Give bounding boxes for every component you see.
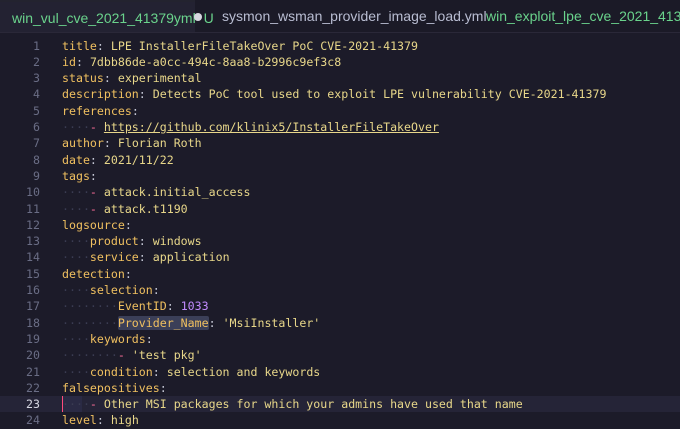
code-line[interactable]: 15 detection: [0, 266, 680, 282]
line-number: 7 [33, 136, 40, 151]
line-number: 21 [26, 364, 40, 379]
line-number: 12 [26, 217, 40, 232]
line-number: 14 [26, 250, 40, 265]
line-text: ····- Other MSI packages for which your … [62, 397, 523, 412]
line-number: 22 [26, 380, 40, 395]
tab-bar: win_vul_cve_2021_41379yml U sysmon_wsman… [0, 0, 680, 33]
code-line[interactable]: 3 status: experimental [0, 70, 680, 86]
tab-label: win_exploit_lpe_cve_2021_41379.yml [486, 8, 680, 24]
line-number: 11 [26, 201, 40, 216]
line-text: title: LPE InstallerFileTakeOver PoC CVE… [62, 38, 418, 53]
line-text: description: Detects PoC tool used to ex… [62, 87, 607, 102]
line-number: 8 [33, 152, 40, 167]
tab-win-exploit-lpe[interactable]: win_exploit_lpe_cve_2021_41379.yml [486, 0, 680, 32]
line-text: logsource: [62, 217, 132, 232]
code-line[interactable]: 13 ····product: windows [0, 233, 680, 249]
line-text: detection: [62, 266, 132, 281]
code-line[interactable]: 20 ········- 'test pkg' [0, 347, 680, 363]
code-line[interactable]: 1 title: LPE InstallerFileTakeOver PoC CV… [0, 38, 680, 54]
code-line[interactable]: 6 ····- https://github.com/klinix5/Instal… [0, 119, 680, 135]
line-text: id: 7dbb86de-a0cc-494c-8aa8-b2996c9ef3c8 [62, 54, 342, 69]
tab-label: sysmon_wsman_provider_image_load.yml [222, 8, 487, 24]
line-number: 13 [26, 234, 40, 249]
git-status-badge: U [203, 10, 214, 26]
line-number: 6 [33, 120, 40, 134]
code-line[interactable]: 11 ····- attack.t1190 [0, 201, 680, 217]
editor-scrollbar[interactable] [674, 33, 680, 429]
line-number: 23 [26, 397, 40, 412]
line-text: ····condition: selection and keywords [62, 364, 321, 379]
code-line[interactable]: 5 references: [0, 103, 680, 119]
line-number: 20 [26, 348, 40, 363]
line-text: ····service: application [62, 250, 230, 265]
line-text: date: 2021/11/22 [62, 152, 174, 167]
code-editor[interactable]: 1 title: LPE InstallerFileTakeOver PoC CV… [0, 33, 680, 429]
code-line[interactable]: 24 level: high [0, 412, 680, 428]
line-text: ····selection: [62, 283, 160, 297]
line-number: 17 [26, 299, 40, 314]
line-text: ····product: windows [62, 234, 202, 249]
code-line[interactable]: 12 logsource: [0, 217, 680, 233]
line-number: 2 [33, 54, 40, 69]
line-text: ····keywords: [62, 331, 153, 346]
line-text: tags: [62, 168, 97, 183]
line-text: references: [62, 103, 139, 118]
line-number: 19 [26, 331, 40, 346]
line-text: author: Florian Roth [62, 136, 202, 151]
line-number: 4 [33, 87, 40, 102]
line-text: ····- attack.initial_access [62, 185, 251, 200]
line-number: 24 [26, 413, 40, 428]
line-text: ········- 'test pkg' [62, 348, 202, 363]
code-line[interactable]: 17 ········EventID: 1033 [0, 298, 680, 314]
code-line[interactable]: 9 tags: [0, 168, 680, 184]
code-line[interactable]: 14 ····service: application [0, 249, 680, 265]
line-text: ····- https://github.com/klinix5/Install… [62, 120, 439, 134]
line-number: 18 [26, 315, 40, 330]
unsaved-dot-icon[interactable] [194, 13, 202, 21]
code-line[interactable]: 8 date: 2021/11/22 [0, 152, 680, 168]
line-number: 10 [26, 185, 40, 200]
line-text: level: high [62, 413, 139, 428]
line-text: status: experimental [62, 71, 202, 86]
line-number: 16 [26, 283, 40, 297]
code-line[interactable]: 21 ····condition: selection and keywords [0, 364, 680, 380]
line-number: 15 [26, 266, 40, 281]
line-text: ········Provider_Name: 'MsiInstaller' [62, 315, 321, 330]
code-line[interactable]: 19 ····keywords: [0, 331, 680, 347]
line-number: 1 [33, 38, 40, 53]
code-line[interactable]: 10 ····- attack.initial_access [0, 184, 680, 200]
line-number: 5 [33, 103, 40, 118]
code-line[interactable]: 23 ····- Other MSI packages for which you… [0, 396, 680, 413]
line-text: ········EventID: 1033 [62, 299, 209, 314]
line-number: 3 [33, 71, 40, 86]
tab-label: win_vul_cve_2021_41379yml [12, 10, 196, 26]
line-number: 9 [33, 168, 40, 183]
code-line[interactable]: 22 falsepositives: [0, 380, 680, 396]
line-text: ····- attack.t1190 [62, 201, 188, 216]
code-line[interactable]: 2 id: 7dbb86de-a0cc-494c-8aa8-b2996c9ef3c… [0, 54, 680, 70]
tab-sysmon-wsman[interactable]: sysmon_wsman_provider_image_load.yml [222, 0, 487, 32]
code-line[interactable]: 16 ····selection: [0, 282, 680, 298]
tab-win-vul-cve[interactable]: win_vul_cve_2021_41379yml U [0, 0, 214, 32]
line-text: falsepositives: [62, 380, 167, 395]
code-line[interactable]: 18 ········Provider_Name: 'MsiInstaller' [0, 315, 680, 331]
code-line[interactable]: 4 description: Detects PoC tool used to e… [0, 86, 680, 102]
code-line[interactable]: 7 author: Florian Roth [0, 135, 680, 151]
